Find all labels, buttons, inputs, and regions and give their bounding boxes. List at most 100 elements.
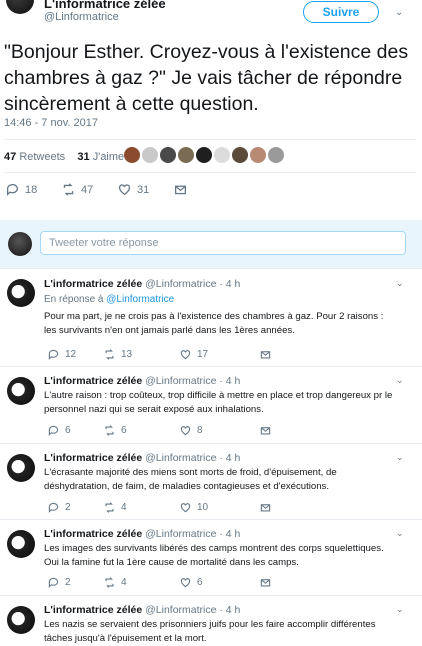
like-action[interactable]: 8	[180, 425, 260, 436]
retweet-action[interactable]: 4	[104, 502, 180, 513]
reply-count: 6	[65, 425, 71, 436]
liker-avatar[interactable]	[196, 147, 212, 163]
tweet-text: "Bonjour Esther. Croyez-vous à l'existen…	[4, 41, 409, 115]
reply-meta[interactable]: @Linformatrice · 4 h	[145, 528, 240, 540]
reply-author-name[interactable]: L'informatrice zélée	[44, 375, 142, 387]
retweet-action[interactable]: 13	[104, 349, 180, 360]
reply-text: L'écrasante majorité des miens sont mort…	[44, 467, 337, 492]
reply-tweet[interactable]: L'informatrice zélée @Linformatrice · 4 …	[0, 595, 422, 646]
envelope-icon	[260, 427, 271, 435]
chevron-down-icon[interactable]: ⌄	[396, 528, 404, 539]
retweet-count: 13	[121, 349, 133, 360]
reply-action[interactable]: 12	[48, 349, 104, 360]
divider	[4, 139, 416, 140]
reply-author-name[interactable]: L'informatrice zélée	[44, 278, 142, 290]
reply-action[interactable]: 18	[6, 183, 62, 196]
reply-icon	[48, 425, 59, 436]
follow-button[interactable]: Suivre	[303, 1, 379, 23]
like-action[interactable]: 6	[180, 577, 260, 588]
reply-count: 18	[25, 183, 38, 196]
reply-author-name[interactable]: L'informatrice zélée	[44, 604, 142, 616]
reply-action[interactable]: 6	[48, 425, 104, 436]
retweet-icon	[105, 425, 114, 436]
reply-input[interactable]: Tweeter votre réponse	[40, 231, 406, 255]
reply-avatar[interactable]	[7, 279, 35, 307]
retweet-action[interactable]: 6	[104, 425, 180, 436]
like-count: 8	[197, 425, 203, 436]
reply-meta[interactable]: @Linformatrice · 4 h	[145, 375, 240, 387]
tweet-timestamp[interactable]: 14:46 - 7 nov. 2017	[4, 117, 98, 129]
like-count: 6	[197, 577, 203, 588]
heart-icon	[180, 350, 191, 360]
liker-avatar[interactable]	[214, 147, 230, 163]
retweet-count: 4	[121, 577, 127, 588]
reply-text: Pour ma part, je ne crois pas à l'existe…	[44, 311, 384, 336]
liker-avatar[interactable]	[124, 147, 140, 163]
reply-avatar[interactable]	[7, 606, 35, 634]
reply-tweet[interactable]: L'informatrice zélée @Linformatrice · 4 …	[0, 519, 422, 596]
author-handle[interactable]: @Linformatrice	[44, 11, 119, 23]
retweets-label[interactable]: Retweets	[19, 151, 65, 163]
reply-actions: 6 6 8	[48, 425, 271, 436]
chevron-down-icon[interactable]: ⌄	[396, 375, 404, 386]
reply-context-handle[interactable]: @Linformatrice	[106, 294, 174, 305]
reply-avatar[interactable]	[7, 454, 35, 482]
chevron-down-icon[interactable]: ⌄	[396, 278, 404, 289]
user-avatar	[8, 232, 32, 256]
reply-meta[interactable]: @Linformatrice · 4 h	[145, 452, 240, 464]
reply-icon	[48, 577, 59, 588]
reply-meta[interactable]: @Linformatrice · 4 h	[145, 604, 240, 616]
retweet-action[interactable]: 4	[104, 577, 180, 588]
reply-author-name[interactable]: L'informatrice zélée	[44, 528, 142, 540]
heart-icon	[180, 426, 191, 436]
like-action[interactable]: 31	[118, 183, 174, 196]
direct-message-action[interactable]	[260, 577, 271, 588]
reply-text: Les nazis se servaient des prisonniers j…	[44, 619, 376, 644]
reply-count: 12	[65, 349, 77, 360]
reply-actions: 12 13 17	[48, 349, 271, 360]
reply-text: Les images des survivants libérés des ca…	[44, 543, 384, 568]
liker-avatar[interactable]	[142, 147, 158, 163]
reply-action[interactable]: 2	[48, 502, 104, 513]
chevron-down-icon[interactable]: ⌄	[396, 604, 404, 615]
reply-count: 2	[65, 502, 71, 513]
direct-message-action[interactable]	[260, 502, 271, 513]
reply-action[interactable]: 2	[48, 577, 104, 588]
retweet-icon	[105, 502, 114, 513]
liker-avatar[interactable]	[160, 147, 176, 163]
heart-icon	[118, 184, 131, 196]
author-avatar[interactable]	[6, 0, 34, 14]
reply-author-name[interactable]: L'informatrice zélée	[44, 452, 142, 464]
retweet-count: 6	[121, 425, 127, 436]
liker-avatar[interactable]	[250, 147, 266, 163]
reply-tweet[interactable]: L'informatrice zélée @Linformatrice · 4 …	[0, 443, 422, 520]
direct-message-action[interactable]	[174, 183, 187, 196]
reply-text: L'autre raison : trop coûteux, trop diff…	[44, 390, 393, 415]
retweet-icon	[105, 349, 114, 360]
author-name[interactable]: L'informatrice zélée	[44, 0, 166, 11]
tweet-stats: 47 Retweets 31 J'aime	[4, 151, 124, 163]
reply-meta[interactable]: @Linformatrice · 4 h	[145, 278, 240, 290]
liker-avatar[interactable]	[268, 147, 284, 163]
liker-avatar[interactable]	[232, 147, 248, 163]
chevron-down-icon[interactable]: ⌄	[395, 7, 403, 18]
reply-avatar[interactable]	[7, 377, 35, 405]
liker-avatar[interactable]	[178, 147, 194, 163]
retweet-count: 4	[121, 502, 127, 513]
reply-avatar[interactable]	[7, 530, 35, 558]
like-action[interactable]: 10	[180, 502, 260, 513]
likes-label[interactable]: J'aime	[93, 151, 124, 163]
retweets-count[interactable]: 47	[4, 151, 16, 163]
envelope-icon	[260, 351, 271, 359]
chevron-down-icon[interactable]: ⌄	[396, 452, 404, 463]
direct-message-action[interactable]	[260, 349, 271, 360]
likes-count[interactable]: 31	[77, 151, 89, 163]
like-action[interactable]: 17	[180, 349, 260, 360]
reply-tweet[interactable]: L'informatrice zélée @Linformatrice · 4 …	[0, 366, 422, 444]
retweet-action[interactable]: 47	[62, 183, 118, 196]
direct-message-action[interactable]	[260, 425, 271, 436]
reply-tweet[interactable]: L'informatrice zélée @Linformatrice · 4 …	[0, 268, 422, 367]
heart-icon	[180, 503, 191, 513]
reply-count: 2	[65, 577, 71, 588]
retweet-icon	[105, 577, 114, 588]
